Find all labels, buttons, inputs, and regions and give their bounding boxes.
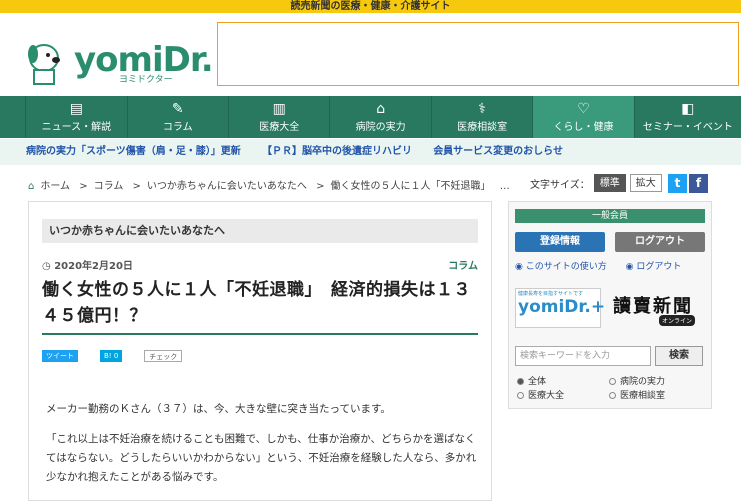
ad-banner[interactable] <box>217 22 739 86</box>
nav-spacer <box>0 96 27 138</box>
usage-link-label: このサイトの使い方 <box>525 262 607 272</box>
breadcrumb: ⌂ ホーム > コラム > いつか赤ちゃんに会いたいあなたへ > 働く女性の５人に１人「… <box>28 177 516 192</box>
heart-icon: ♡ <box>577 101 590 117</box>
usage-link[interactable]: ◉ このサイトの使い方 <box>515 262 615 272</box>
radio-dot <box>517 378 524 385</box>
scope-label: 医療大全 <box>528 391 565 401</box>
nav-news-label: ニュース・解説 <box>41 122 112 133</box>
member-status: 一般会員 <box>515 209 705 223</box>
breadcrumb-sep: > <box>132 181 141 192</box>
search-scope-encyclopedia[interactable]: 医療大全 <box>517 388 564 401</box>
breadcrumb-sep: > <box>79 181 88 192</box>
search-scope-consult[interactable]: 医療相談室 <box>609 388 665 401</box>
nav-column-label: コラム <box>162 122 193 133</box>
font-size-standard-button[interactable]: 標準 <box>593 174 626 192</box>
yomidr-plus-banner[interactable]: 健康長寿を目指すサイトです yomiDr.+ <box>515 288 605 328</box>
home-icon: ⌂ <box>28 181 35 192</box>
online-badge: オンライン <box>659 315 696 326</box>
breadcrumb-home[interactable]: ホーム <box>40 181 70 192</box>
check-button[interactable]: チェック <box>144 350 183 362</box>
nav-column[interactable]: ✎ コラム <box>128 96 229 138</box>
scope-label: 病院の実力 <box>620 377 666 387</box>
nav-encyclopedia-label: 医療大全 <box>259 122 300 133</box>
subnav-link-hospital[interactable]: 病院の実力「スポーツ傷害（肩・足・膝）」更新 <box>26 146 241 157</box>
breadcrumb-series[interactable]: いつか赤ちゃんに会いたいあなたへ <box>147 181 307 192</box>
sidebar-member-box: 一般会員 登録情報 ログアウト ◉ このサイトの使い方 ◉ ログアウト 健康長寿… <box>508 201 712 409</box>
breadcrumb-column[interactable]: コラム <box>94 181 124 192</box>
register-info-button[interactable]: 登録情報 <box>515 232 605 252</box>
global-nav: ▤ ニュース・解説 ✎ コラム ▥ 医療大全 ⌂ 病院の実力 ⚕ 医療相談室 ♡ くらし・健… <box>0 96 741 138</box>
article-date: 2020年2月20日 <box>54 261 133 272</box>
article-panel: いつか赤ちゃんに会いたいあなたへ ◷ 2020年2月20日 コラム 働く女性の５… <box>28 201 492 501</box>
site-tagline-bar: 読売新聞の医療・健康・介護サイト <box>0 0 741 13</box>
tweet-button[interactable]: ツイート <box>42 350 78 362</box>
article-meta: ◷ 2020年2月20日 コラム <box>42 257 478 272</box>
search-input[interactable]: 検索キーワードを入力 <box>515 346 651 366</box>
article-title: 働く女性の５人に１人「不妊退職」 経済的損失は１３４５億円！？ <box>42 280 471 326</box>
font-size-label: 文字サイズ： <box>530 179 590 191</box>
plus-subtitle: 健康長寿を目指すサイトです <box>518 291 584 297</box>
dog-mascot-icon <box>28 44 60 85</box>
nav-encyclopedia[interactable]: ▥ 医療大全 <box>229 96 331 138</box>
twitter-icon[interactable]: t <box>668 174 687 193</box>
breadcrumb-sep: > <box>316 181 325 192</box>
nav-consult[interactable]: ⚕ 医療相談室 <box>432 96 534 138</box>
plus-wordmark: yomiDr.+ <box>518 297 606 317</box>
scope-label: 全体 <box>528 377 547 387</box>
nav-life-label: くらし・健康 <box>553 122 614 133</box>
share-buttons: ツイート B! 0 チェック <box>42 350 183 362</box>
scope-label: 医療相談室 <box>620 391 666 401</box>
radio-dot <box>609 392 616 399</box>
search-button[interactable]: 検索 <box>655 346 703 366</box>
site-logo[interactable]: yomiDr. ヨミドクター <box>24 40 214 88</box>
article-paragraph: 「これ以上は不妊治療を続けることも困難で、しかも、仕事か治療か、どちらかを選ばな… <box>46 433 477 483</box>
logout-button[interactable]: ログアウト <box>615 232 705 252</box>
subnav-link-pr[interactable]: 【ＰＲ】脳卒中の後遺症リハビリ <box>262 146 412 157</box>
facebook-icon[interactable]: f <box>689 174 708 193</box>
nav-seminar-label: セミナー・イベント <box>642 122 733 133</box>
radio-dot <box>609 378 616 385</box>
newspaper-icon: ▤ <box>69 101 83 117</box>
pencil-icon: ✎ <box>171 101 184 117</box>
logout-link-label: ログアウト <box>636 262 682 272</box>
hatena-button[interactable]: B! 0 <box>100 350 123 362</box>
article-paragraph: メーカー勤務のＫさん（３７）は、今、大きな壁に突き当たっています。 <box>46 403 391 415</box>
presentation-icon: ◧ <box>681 101 695 117</box>
font-size-control: 文字サイズ： 標準 拡大 <box>530 174 662 192</box>
article-category[interactable]: コラム <box>448 257 478 272</box>
books-icon: ▥ <box>272 101 286 117</box>
hospital-icon: ⌂ <box>376 101 386 117</box>
search-scope-hospital[interactable]: 病院の実力 <box>609 374 665 387</box>
social-links: t f <box>668 174 708 193</box>
nav-news[interactable]: ▤ ニュース・解説 <box>26 96 128 138</box>
clock-icon: ◷ <box>42 261 51 272</box>
nav-seminar[interactable]: ◧ セミナー・イベント <box>635 96 741 138</box>
sub-nav: 病院の実力「スポーツ傷害（肩・足・膝）」更新 【ＰＲ】脳卒中の後遺症リハビリ 会… <box>0 139 741 165</box>
nav-life[interactable]: ♡ くらし・健康 <box>533 96 635 138</box>
nav-consult-label: 医療相談室 <box>457 122 508 133</box>
breadcrumb-ellipsis: … <box>499 181 510 192</box>
title-divider <box>42 333 478 335</box>
font-size-large-button[interactable]: 拡大 <box>629 174 662 192</box>
subnav-link-notice[interactable]: 会員サービス変更のおしらせ <box>433 146 563 157</box>
nav-hospital[interactable]: ⌂ 病院の実力 <box>330 96 432 138</box>
stethoscope-icon: ⚕ <box>478 101 486 117</box>
search-scope-all[interactable]: 全体 <box>517 374 546 387</box>
logo-subtitle: ヨミドクター <box>119 75 173 85</box>
logout-link[interactable]: ◉ ログアウト <box>626 262 690 272</box>
series-heading[interactable]: いつか赤ちゃんに会いたいあなたへ <box>42 219 478 243</box>
radio-dot <box>517 392 524 399</box>
nav-hospital-label: 病院の実力 <box>355 122 406 133</box>
sidebar-links: ◉ このサイトの使い方 ◉ ログアウト <box>515 259 697 272</box>
breadcrumb-current: 働く女性の５人に１人「不妊退職」 <box>330 181 491 192</box>
